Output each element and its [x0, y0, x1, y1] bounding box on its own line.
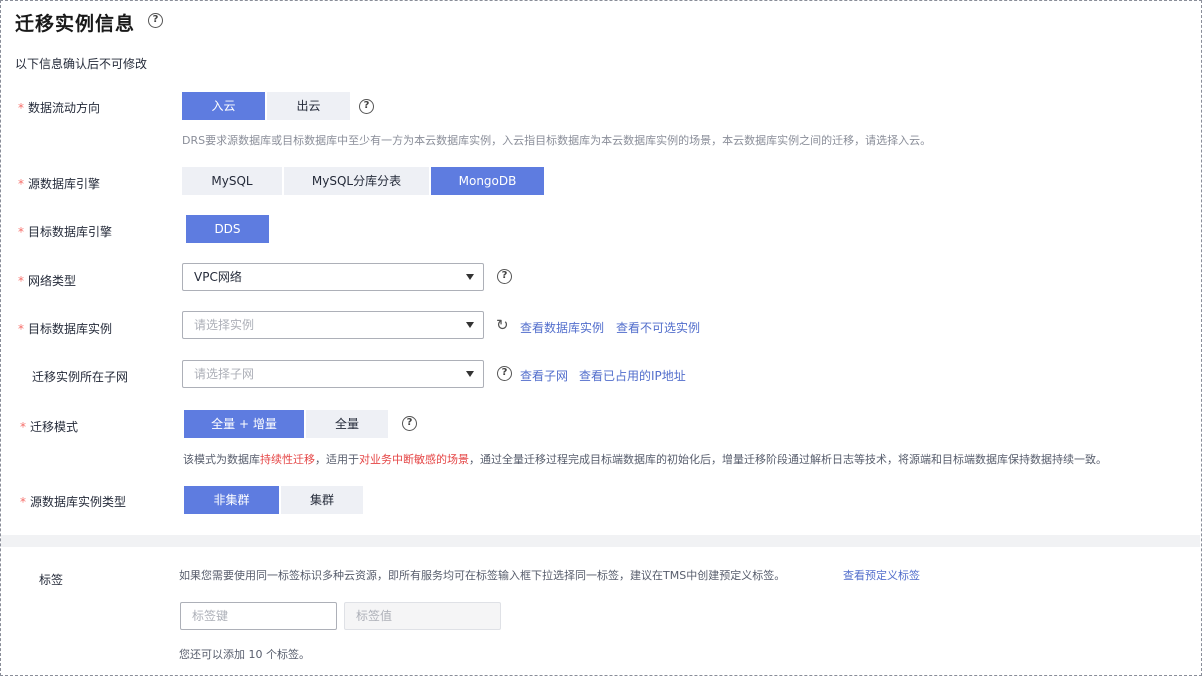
target-instance-placeholder: 请选择实例 [194, 318, 255, 332]
page-title: 迁移实例信息 [15, 13, 136, 35]
source-instance-type-segment: 非集群 集群 [184, 486, 365, 514]
target-engine-label: * 目标数据库引擎 [18, 225, 113, 239]
target-instance-label: * 目标数据库实例 [18, 322, 113, 336]
subnet-placeholder: 请选择子网 [194, 367, 255, 381]
tags-section: 标签 如果您需要使用同一标签标识多种云资源，即所有服务均可在标签输入框下拉选择同… [1, 547, 1200, 674]
migration-mode-hint: 该模式为数据库持续性迁移，适用于对业务中断敏感的场景，通过全量迁移过程完成目标端… [183, 453, 1107, 466]
target-instance-select[interactable]: 请选择实例 [182, 311, 484, 339]
migration-mode-full-button[interactable]: 全量 [306, 410, 388, 438]
subnet-help-icon[interactable]: ? [497, 366, 512, 381]
migration-mode-full-incremental-button[interactable]: 全量 + 增量 [184, 410, 304, 438]
source-engine-segment: MySQL MySQL分库分表 MongoDB [182, 167, 546, 195]
network-type-help-icon[interactable]: ? [497, 269, 512, 284]
view-subnet-link[interactable]: 查看子网 [520, 367, 568, 384]
source-engine-label: * 源数据库引擎 [18, 177, 101, 191]
required-star: * [18, 225, 24, 239]
view-predefined-tags-link[interactable]: 查看预定义标签 [843, 567, 920, 583]
target-engine-dds-button[interactable]: DDS [186, 215, 269, 243]
required-star: * [18, 322, 24, 336]
flow-direction-hint: DRS要求源数据库或目标数据库中至少有一方为本云数据库实例，入云指目标数据库为本… [182, 134, 932, 147]
source-engine-mongodb-button[interactable]: MongoDB [431, 167, 544, 195]
tags-hint: 如果您需要使用同一标签标识多种云资源，即所有服务均可在标签输入框下拉选择同一标签… [179, 569, 786, 582]
refresh-icon[interactable]: ↻ [496, 318, 509, 333]
required-star: * [18, 274, 24, 288]
migration-mode-help-icon[interactable]: ? [402, 416, 417, 431]
migration-instance-section: 迁移实例信息 ? 以下信息确认后不可修改 * 数据流动方向 入云 出云 ? DRS… [1, 1, 1200, 535]
flow-direction-help-icon[interactable]: ? [359, 99, 374, 114]
source-engine-mysql-button[interactable]: MySQL [182, 167, 282, 195]
migration-mode-label: * 迁移模式 [20, 420, 79, 434]
tags-remaining-text: 您还可以添加 10 个标签。 [179, 648, 310, 661]
source-instance-non-cluster-button[interactable]: 非集群 [184, 486, 279, 514]
caret-down-icon [466, 322, 474, 328]
flow-direction-out-button[interactable]: 出云 [267, 92, 350, 120]
view-unavailable-instances-link[interactable]: 查看不可选实例 [616, 319, 700, 336]
flow-direction-label: * 数据流动方向 [18, 101, 101, 115]
flow-direction-in-button[interactable]: 入云 [182, 92, 265, 120]
tag-value-input[interactable]: 标签值 [344, 602, 501, 630]
page-subtitle: 以下信息确认后不可修改 [15, 57, 148, 71]
tags-label: 标签 [39, 573, 64, 587]
view-db-instances-link[interactable]: 查看数据库实例 [520, 319, 604, 336]
subnet-label: 迁移实例所在子网 [32, 370, 129, 384]
target-engine-segment: DDS [186, 215, 271, 243]
network-type-label: * 网络类型 [18, 274, 77, 288]
required-star: * [20, 495, 26, 509]
required-star: * [18, 177, 24, 191]
title-help-icon[interactable]: ? [148, 13, 163, 28]
caret-down-icon [466, 371, 474, 377]
subnet-select[interactable]: 请选择子网 [182, 360, 484, 388]
section-divider [1, 535, 1200, 547]
source-instance-cluster-button[interactable]: 集群 [281, 486, 363, 514]
source-engine-mysql-sharding-button[interactable]: MySQL分库分表 [284, 167, 429, 195]
required-star: * [18, 101, 24, 115]
network-type-value: VPC网络 [194, 270, 242, 284]
migration-mode-segment: 全量 + 增量 全量 [184, 410, 390, 438]
tag-key-input[interactable]: 标签键 [180, 602, 337, 630]
view-used-ip-link[interactable]: 查看已占用的IP地址 [579, 367, 686, 384]
source-instance-type-label: * 源数据库实例类型 [20, 495, 127, 509]
flow-direction-segment: 入云 出云 [182, 92, 352, 120]
required-star: * [20, 420, 26, 434]
caret-down-icon [466, 274, 474, 280]
network-type-select[interactable]: VPC网络 [182, 263, 484, 291]
